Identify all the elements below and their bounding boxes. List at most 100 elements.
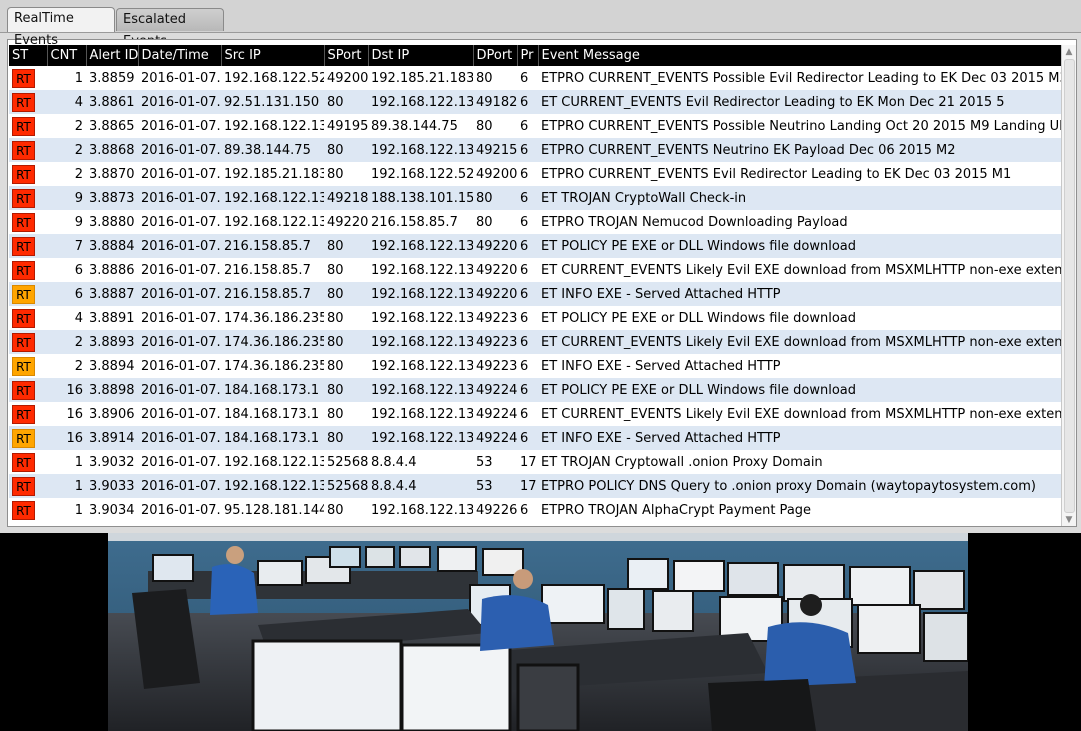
status-badge: RT [12, 164, 35, 184]
cell-src-ip: 174.36.186.235 [221, 306, 324, 330]
column-header-src-ip[interactable]: Src IP [221, 45, 325, 66]
cell-alert-id: 3.8884 [86, 234, 138, 258]
table-row[interactable]: RT 7 3.8884 2016-01-07... 216.158.85.7 80 192.… [9, 234, 1061, 258]
column-header-datetime[interactable]: Date/Time [138, 45, 222, 66]
cell-sport: 80 [324, 162, 368, 186]
cell-event-message: ET CURRENT_EVENTS Evil Redirector Leadin… [538, 90, 1061, 114]
cell-count: 6 [47, 282, 86, 306]
table-row[interactable]: RT 2 3.8870 2016-01-07... 192.185.21.183 80 19… [9, 162, 1061, 186]
table-row[interactable]: RT 16 3.8906 2016-01-07... 184.168.173.1 80 19… [9, 402, 1061, 426]
table-row[interactable]: RT 2 3.8894 2016-01-07... 174.36.186.235 80 19… [9, 354, 1061, 378]
cell-dst-ip: 192.168.122.130 [368, 354, 473, 378]
column-header-event-message[interactable]: Event Message [538, 45, 1062, 66]
cell-event-message: ET CURRENT_EVENTS Likely Evil EXE downlo… [538, 258, 1061, 282]
table-row[interactable]: RT 13.90322016-01-07...192.168.122.132525… [9, 450, 1061, 474]
cell-src-ip: 92.51.131.150 [221, 90, 324, 114]
cell-dst-ip: 192.168.122.130 [368, 378, 473, 402]
scroll-up-arrow-icon[interactable]: ▲ [1062, 45, 1076, 59]
table-row[interactable]: RT 23.88652016-01-07...192.168.122.132491… [9, 114, 1061, 138]
cell-alert-id: 3.8906 [86, 402, 138, 426]
cell-protocol: 6 [517, 498, 538, 522]
tab-realtime-events[interactable]: RealTime Events [7, 7, 115, 48]
column-header-dport[interactable]: DPort [473, 45, 518, 66]
cell-src-ip: 216.158.85.7 [221, 258, 324, 282]
tab-escalated-events[interactable]: Escalated Events [116, 8, 224, 49]
cell-protocol: 6 [517, 210, 538, 234]
cell-dport: 49215 [473, 138, 517, 162]
cell-count: 1 [47, 498, 86, 522]
column-header-dst-ip[interactable]: Dst IP [368, 45, 474, 66]
cell-dst-ip: 216.158.85.7 [368, 210, 473, 234]
cell-dport: 49200 [473, 162, 517, 186]
cell-datetime: 2016-01-07... [138, 258, 221, 282]
cell-sport: 80 [324, 138, 368, 162]
cell-count: 2 [47, 354, 86, 378]
cell-datetime: 2016-01-07... [138, 66, 221, 90]
cell-datetime: 2016-01-07... [138, 474, 221, 498]
column-header-alert-id[interactable]: Alert ID [86, 45, 139, 66]
cell-sport: 80 [324, 282, 368, 306]
cell-dport: 80 [473, 114, 517, 138]
cell-datetime: 2016-01-07... [138, 282, 221, 306]
cell-sport: 80 [324, 330, 368, 354]
column-header-pr[interactable]: Pr [517, 45, 539, 66]
table-row[interactable]: RT 2 3.8893 2016-01-07... 174.36.186.235 80 19… [9, 330, 1061, 354]
cell-dport: 53 [473, 450, 517, 474]
scroll-down-arrow-icon[interactable]: ▼ [1062, 513, 1076, 526]
table-row[interactable]: RT 16 3.8914 2016-01-07... 184.168.173.1 80 19… [9, 426, 1061, 450]
cell-protocol: 6 [517, 330, 538, 354]
table-row[interactable]: RT 6 3.8886 2016-01-07... 216.158.85.7 80 192.… [9, 258, 1061, 282]
cell-count: 4 [47, 90, 86, 114]
cell-protocol: 6 [517, 234, 538, 258]
cell-dport: 49220 [473, 282, 517, 306]
cell-event-message: ETPRO TROJAN Nemucod Downloading Payload [538, 210, 1061, 234]
cell-dport: 53 [473, 474, 517, 498]
table-row[interactable]: RT 2 3.8868 2016-01-07... 89.38.144.75 80 192.… [9, 138, 1061, 162]
cell-sport: 49195 [324, 114, 368, 138]
cell-protocol: 6 [517, 66, 538, 90]
cell-dst-ip: 8.8.4.4 [368, 450, 473, 474]
cell-dst-ip: 8.8.4.4 [368, 474, 473, 498]
table-row[interactable]: RT 93.88802016-01-07...192.168.122.130492… [9, 210, 1061, 234]
cell-status: RT [9, 378, 47, 402]
cell-event-message: ETPRO TROJAN AlphaCrypt Payment Page [538, 498, 1061, 522]
cell-sport: 49200 [324, 66, 368, 90]
cell-protocol: 6 [517, 402, 538, 426]
cell-event-message: ET POLICY PE EXE or DLL Windows file dow… [538, 306, 1061, 330]
table-row[interactable]: RT 4 3.8891 2016-01-07... 174.36.186.235 80 19… [9, 306, 1061, 330]
cell-count: 2 [47, 114, 86, 138]
cell-dport: 80 [473, 210, 517, 234]
status-badge: RT [12, 404, 35, 424]
cell-datetime: 2016-01-07... [138, 378, 221, 402]
cell-count: 4 [47, 306, 86, 330]
table-row[interactable]: RT 4 3.8861 2016-01-07... 92.51.131.150 80 192… [9, 90, 1061, 114]
cell-count: 9 [47, 186, 86, 210]
table-row[interactable]: RT 6 3.8887 2016-01-07... 216.158.85.7 80 192.… [9, 282, 1061, 306]
cell-event-message: ETPRO CURRENT_EVENTS Neutrino EK Payload… [538, 138, 1061, 162]
cell-count: 1 [47, 450, 86, 474]
cell-status: RT [9, 210, 47, 234]
cell-count: 2 [47, 162, 86, 186]
cell-datetime: 2016-01-07... [138, 426, 221, 450]
vertical-scrollbar[interactable]: ▲ ▼ [1061, 45, 1076, 526]
status-badge: RT [12, 428, 35, 448]
table-row[interactable]: RT 13.90332016-01-07...192.168.122.132525… [9, 474, 1061, 498]
table-row[interactable]: RT 1 3.9034 2016-01-07... 95.128.181.144 80 19… [9, 498, 1061, 522]
table-row[interactable]: RT 93.88732016-01-07...192.168.122.132492… [9, 186, 1061, 210]
table-row[interactable]: RT 16 3.8898 2016-01-07... 184.168.173.1 80 19… [9, 378, 1061, 402]
table-row[interactable]: RT 1 3.8859 2016-01-07... 192.168.122.52 4920… [9, 66, 1061, 90]
cell-dst-ip: 192.168.122.132 [368, 90, 473, 114]
scrollbar-thumb[interactable] [1064, 59, 1075, 513]
status-badge: RT [12, 500, 35, 520]
cell-status: RT [9, 474, 47, 498]
cell-alert-id: 3.9033 [86, 474, 138, 498]
cell-protocol: 6 [517, 354, 538, 378]
cell-alert-id: 3.8861 [86, 90, 138, 114]
cell-alert-id: 3.8859 [86, 66, 138, 90]
column-header-sport[interactable]: SPort [324, 45, 369, 66]
cell-dport: 49223 [473, 354, 517, 378]
cell-status: RT [9, 426, 47, 450]
cell-status: RT [9, 258, 47, 282]
cell-event-message: ET POLICY PE EXE or DLL Windows file dow… [538, 378, 1061, 402]
cell-protocol: 6 [517, 282, 538, 306]
